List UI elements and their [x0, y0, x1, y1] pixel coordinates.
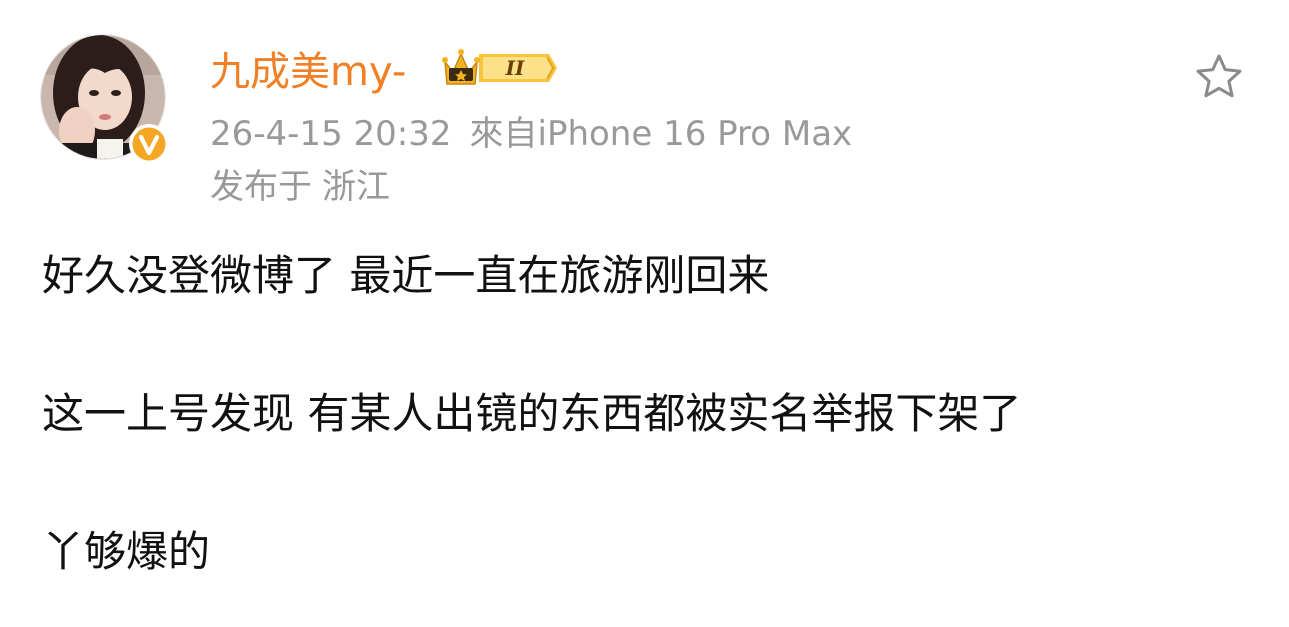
post-text-line: 这一上号发现 有某人出镜的东西都被实名举报下架了	[42, 389, 1022, 438]
author-name[interactable]: 九成美my-	[210, 46, 406, 98]
post-text-line: 好久没登微博了 最近一直在旅游刚回来	[42, 251, 770, 300]
post-text-line: 丫够爆的	[42, 527, 211, 576]
crown-level-badge-icon[interactable]: II	[441, 44, 559, 92]
post-location: 发布于 浙江	[210, 166, 390, 208]
location-value: 浙江	[322, 167, 390, 207]
level-badge-text: II	[505, 56, 525, 80]
post-source: 來自iPhone 16 Pro Max	[469, 114, 853, 154]
verified-v-badge-icon	[128, 123, 170, 165]
post-meta: 26-4-15 20:32 來自iPhone 16 Pro Max	[210, 113, 852, 155]
post-timestamp: 26-4-15 20:32	[210, 114, 452, 154]
star-outline-icon[interactable]	[1193, 52, 1245, 102]
location-label: 发布于	[210, 167, 312, 207]
